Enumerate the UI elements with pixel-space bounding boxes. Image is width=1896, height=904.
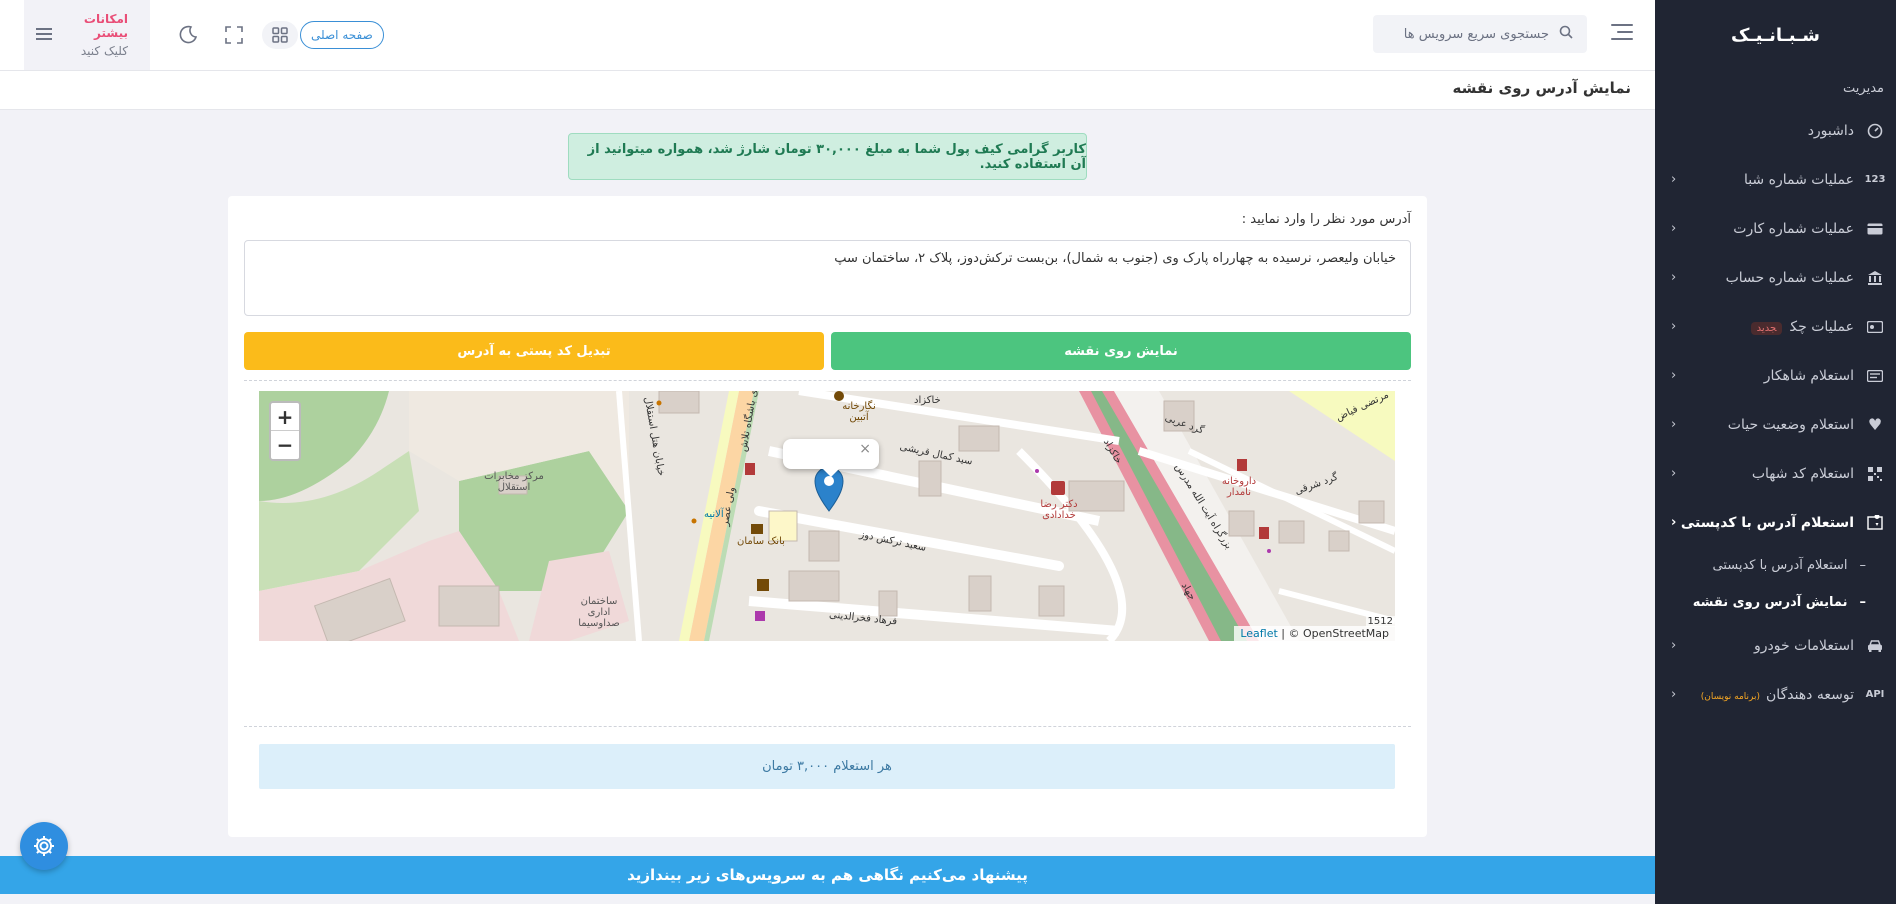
sidebar-item-vehicle[interactable]: استعلامات خودرو ‹ — [1655, 621, 1896, 670]
credit-card-icon — [1866, 220, 1884, 238]
sidebar-item-label: عملیات چکجدید — [1676, 319, 1854, 335]
chevron-left-icon: ‹ — [1671, 417, 1677, 432]
leaflet-map[interactable]: + − × خاکزاد نگارخانه آتبین سید کمال قری… — [259, 391, 1395, 641]
sidebar-section-title: مدیریت — [1843, 80, 1884, 96]
sidebar-item-label: استعلامات خودرو — [1754, 637, 1854, 654]
map-marker-popup: × — [783, 439, 879, 477]
heart-icon: ♥ — [1867, 415, 1883, 434]
map-label: نگارخانه آتبین — [842, 401, 876, 423]
fullscreen-icon[interactable] — [223, 24, 245, 46]
more-features-button[interactable]: امکانات بیشتر کلیک کنید — [24, 0, 150, 70]
sidebar-item-cheque[interactable]: عملیات چکجدید ‹ — [1655, 302, 1896, 351]
page-title-bar: نمایش آدرس روی نقشه — [0, 71, 1655, 110]
sidebar-item-life-status[interactable]: ♥ استعلام وضعیت حیات ‹ — [1655, 400, 1896, 449]
divider — [244, 726, 1411, 727]
wallet-charge-alert: کاربر گرامی کیف پول شما به مبلغ ۳۰,۰۰۰ ت… — [568, 133, 1087, 180]
map-zoom-control: + − — [269, 401, 301, 461]
chevron-left-icon: ‹ — [1671, 466, 1677, 481]
search-input[interactable]: جستجوی سریع سرویس ها — [1373, 15, 1587, 53]
zoom-in-button[interactable]: + — [271, 403, 299, 431]
chevron-left-icon: ‹ — [1671, 221, 1677, 236]
sidebar-item-label: استعلام آدرس با کدپستی — [1680, 514, 1854, 531]
search-icon — [1559, 25, 1573, 43]
api-icon: API — [1865, 689, 1885, 700]
address-field-label: آدرس مورد نظر را وارد نمایید : — [1241, 212, 1411, 227]
sidebar-subitem-label: نمایش آدرس روی نقشه — [1692, 595, 1848, 610]
gear-icon — [34, 836, 54, 856]
menu-icon — [36, 26, 52, 45]
qr-code-icon — [1866, 465, 1884, 483]
osm-attribution: | © OpenStreetMap — [1277, 627, 1389, 640]
sidebar: شـبـانـیـک مدیریت داشبورد 123 عملیات شما… — [1655, 0, 1896, 904]
sidebar-item-sheba[interactable]: 123 عملیات شماره شبا ‹ — [1655, 155, 1896, 204]
sidebar-item-shahab[interactable]: استعلام کد شهاب ‹ — [1655, 449, 1896, 498]
address-map-card: آدرس مورد نظر را وارد نمایید : خیابان ول… — [228, 196, 1427, 837]
map-label: مرکز مخابرات استقلال — [484, 471, 544, 493]
sidebar-subitem-label: استعلام آدرس با کدپستی — [1712, 558, 1848, 573]
map-label: ساختمان اداری صداوسیما — [578, 596, 620, 629]
map-label: بانک سامان — [737, 536, 785, 547]
sidebar-item-label: داشبورد — [1807, 122, 1854, 139]
sidebar-item-label: عملیات شماره شبا — [1743, 171, 1854, 188]
top-header: جستجوی سریع سرویس ها امکانات بیشتر کلیک … — [0, 0, 1655, 71]
show-on-map-button[interactable]: نمایش روی نقشه — [831, 332, 1411, 370]
map-pin-icon — [1866, 514, 1884, 532]
home-button[interactable]: صفحه اصلی — [300, 21, 384, 49]
number-123-icon: 123 — [1864, 174, 1886, 185]
bank-icon — [1866, 269, 1884, 287]
chevron-down-icon: ‹ — [1671, 515, 1677, 530]
apps-grid-icon[interactable] — [262, 21, 298, 49]
id-card-icon — [1866, 367, 1884, 385]
sidebar-subitem-postal-inquiry[interactable]: – استعلام آدرس با کدپستی — [1655, 547, 1896, 584]
sidebar-item-postal-address[interactable]: استعلام آدرس با کدپستی ‹ — [1655, 498, 1896, 547]
page-title: نمایش آدرس روی نقشه — [1452, 79, 1632, 97]
cheque-icon — [1866, 318, 1884, 336]
new-badge: جدید — [1750, 321, 1783, 335]
map-label: داروخانه نامدار — [1221, 476, 1257, 498]
sidebar-item-label: استعلام شاهکار — [1763, 367, 1854, 384]
price-info-box: هر استعلام ۳,۰۰۰ تومان — [259, 744, 1395, 789]
sidebar-item-label: استعلام کد شهاب — [1751, 465, 1854, 482]
brand-logo[interactable]: شـبـانـیـک — [1655, 0, 1896, 70]
sidebar-item-account[interactable]: عملیات شماره حساب ‹ — [1655, 253, 1896, 302]
search-placeholder: جستجوی سریع سرویس ها — [1403, 26, 1549, 42]
postal-to-address-button[interactable]: تبدیل کد پستی به آدرس — [244, 332, 824, 370]
sidebar-item-card[interactable]: عملیات شماره کارت ‹ — [1655, 204, 1896, 253]
more-features-title: امکانات بیشتر — [83, 12, 128, 40]
sidebar-item-label: توسعه دهندگان(برنامه نویسان) — [1700, 686, 1854, 703]
sidebar-item-developers[interactable]: API توسعه دهندگان(برنامه نویسان) ‹ — [1655, 670, 1896, 719]
sidebar-item-label: استعلام وضعیت حیات — [1727, 416, 1854, 433]
chevron-left-icon: ‹ — [1671, 687, 1677, 702]
car-icon — [1866, 637, 1884, 655]
sidebar-item-shahkar[interactable]: استعلام شاهکار ‹ — [1655, 351, 1896, 400]
sidebar-toggle-icon[interactable] — [1611, 24, 1633, 42]
suggestions-banner: پیشنهاد می‌کنیم نگاهی هم به سرویس‌های زی… — [0, 856, 1655, 894]
sidebar-item-label: عملیات شماره کارت — [1733, 220, 1854, 237]
dashboard-gauge-icon — [1866, 122, 1884, 140]
map-attribution: Leaflet | © OpenStreetMap — [1234, 626, 1395, 641]
map-label: دکتر رضا خدادادی — [1040, 499, 1078, 521]
map-label: خاکزاد — [914, 395, 941, 406]
address-textarea[interactable]: خیابان ولیعصر، نرسیده به چهارراه پارک وی… — [244, 240, 1411, 316]
more-features-subtitle: کلیک کنید — [80, 44, 128, 58]
chevron-left-icon: ‹ — [1671, 638, 1677, 653]
sidebar-subitem-map-address[interactable]: – نمایش آدرس روی نقشه — [1655, 584, 1896, 621]
leaflet-link[interactable]: Leaflet — [1240, 627, 1277, 640]
map-tiles — [259, 391, 1395, 641]
popup-close-icon[interactable]: × — [859, 441, 871, 457]
sidebar-item-dashboard[interactable]: داشبورد — [1655, 106, 1896, 155]
developers-badge: (برنامه نویسان) — [1700, 691, 1761, 702]
zoom-out-button[interactable]: − — [271, 431, 299, 459]
chevron-left-icon: ‹ — [1671, 319, 1677, 334]
settings-gear-button[interactable] — [20, 822, 68, 870]
dark-mode-moon-icon[interactable] — [177, 24, 199, 46]
sidebar-item-label: عملیات شماره حساب — [1725, 269, 1854, 286]
map-label: آلانیه — [704, 509, 724, 520]
chevron-left-icon: ‹ — [1671, 172, 1677, 187]
divider — [244, 380, 1411, 381]
chevron-left-icon: ‹ — [1671, 368, 1677, 383]
chevron-left-icon: ‹ — [1671, 270, 1677, 285]
